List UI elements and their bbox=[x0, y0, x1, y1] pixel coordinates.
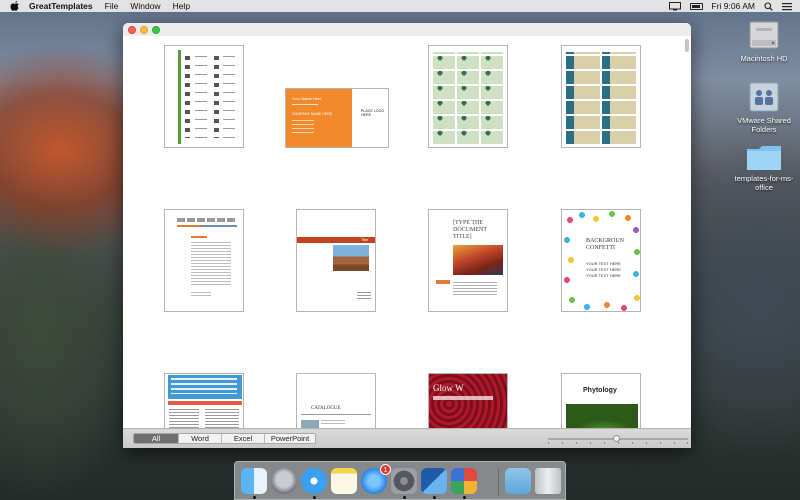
dock-separator bbox=[498, 468, 499, 496]
zoom-window-button[interactable] bbox=[152, 25, 160, 34]
template-thumbnail[interactable] bbox=[164, 373, 244, 428]
filter-bar: All Word Excel PowerPoint bbox=[123, 428, 691, 448]
card-logo-text: PLACE LOGO HERE bbox=[361, 109, 385, 117]
desktop-icon-templates-folder[interactable]: templates-for-ms-office bbox=[729, 144, 799, 192]
shared-folder-icon bbox=[749, 82, 779, 112]
preview-icon[interactable] bbox=[451, 468, 477, 494]
minimize-window-button[interactable] bbox=[140, 25, 148, 34]
close-window-button[interactable] bbox=[128, 25, 136, 34]
desktop-icon-label: VMware Shared Folders bbox=[737, 116, 791, 134]
running-indicator bbox=[463, 496, 466, 499]
template-thumbnail[interactable]: BACKGROUN CONFETTI YOUR TEXT HERE YOUR T… bbox=[561, 209, 641, 312]
launchpad-icon[interactable] bbox=[271, 468, 297, 494]
template-grid: Your Name Here COMPANY NAME HERE PLACE L… bbox=[123, 36, 691, 428]
desktop-icon-label: templates-for-ms-office bbox=[734, 174, 794, 192]
folder-icon bbox=[747, 146, 781, 170]
menu-clock[interactable]: Fri 9:06 AM bbox=[712, 1, 755, 11]
running-indicator bbox=[403, 496, 406, 499]
battery-icon[interactable] bbox=[689, 2, 703, 10]
running-indicator bbox=[433, 496, 436, 499]
confetti-line-text: YOUR TEXT HERE bbox=[586, 267, 621, 272]
template-thumbnail[interactable]: Glow W bbox=[428, 373, 508, 428]
glow-title-text: Glow W bbox=[433, 383, 464, 393]
display-icon[interactable] bbox=[668, 1, 681, 11]
zoom-slider[interactable] bbox=[548, 435, 688, 442]
filter-tab-powerpoint[interactable]: PowerPoint bbox=[265, 434, 315, 443]
filter-segmented-control: All Word Excel PowerPoint bbox=[133, 433, 316, 444]
template-thumbnail[interactable]: [TYPE THE DOCUMENT TITLE] bbox=[428, 209, 508, 312]
confetti-line-text: YOUR TEXT HERE bbox=[586, 261, 621, 266]
template-thumbnail[interactable] bbox=[164, 209, 244, 312]
scroll-thumb[interactable] bbox=[685, 39, 689, 52]
filter-tab-word[interactable]: Word bbox=[179, 434, 222, 443]
finder-icon[interactable] bbox=[241, 468, 267, 494]
running-indicator bbox=[253, 496, 256, 499]
confetti-title-text: BACKGROUN CONFETTI bbox=[586, 238, 625, 251]
template-thumbnail[interactable]: Title bbox=[296, 209, 376, 312]
card-company-text: COMPANY NAME HERE bbox=[292, 112, 333, 116]
downloads-folder-icon[interactable] bbox=[505, 468, 531, 494]
confetti-line-text: YOUR TEXT HERE bbox=[586, 273, 621, 278]
template-browser-window: Your Name Here COMPANY NAME HERE PLACE L… bbox=[123, 23, 691, 448]
trash-icon[interactable] bbox=[535, 468, 561, 494]
menu-file[interactable]: File bbox=[105, 1, 119, 11]
report-title-text: Title bbox=[361, 237, 369, 242]
xcode-icon[interactable] bbox=[421, 468, 447, 494]
safari-icon[interactable] bbox=[301, 468, 327, 494]
menu-help[interactable]: Help bbox=[173, 1, 190, 11]
notification-center-icon[interactable] bbox=[782, 2, 792, 11]
app-store-badge: 1 bbox=[380, 464, 391, 475]
window-titlebar[interactable] bbox=[123, 23, 691, 36]
template-thumbnail[interactable]: CATALOGUE bbox=[296, 373, 376, 428]
hard-drive-icon bbox=[749, 21, 779, 49]
desktop-icon-vmware-shared-folders[interactable]: VMware Shared Folders bbox=[733, 80, 795, 134]
menu-window[interactable]: Window bbox=[130, 1, 160, 11]
filter-tab-excel[interactable]: Excel bbox=[222, 434, 265, 443]
menu-app-name[interactable]: GreatTemplates bbox=[29, 1, 93, 11]
template-thumbnail[interactable] bbox=[428, 45, 508, 148]
desktop-icon-macintosh-hd[interactable]: Macintosh HD bbox=[733, 18, 795, 64]
desktop-icon-label: Macintosh HD bbox=[740, 54, 788, 63]
document-title-text: [TYPE THE DOCUMENT TITLE] bbox=[453, 220, 487, 241]
running-indicator bbox=[313, 496, 316, 499]
vertical-scrollbar[interactable] bbox=[685, 36, 690, 428]
filter-tab-all[interactable]: All bbox=[134, 434, 179, 443]
template-thumbnail[interactable] bbox=[164, 45, 244, 148]
zoom-slider-knob[interactable] bbox=[613, 435, 620, 442]
spotlight-icon[interactable] bbox=[764, 1, 773, 11]
card-name-text: Your Name Here bbox=[292, 96, 322, 101]
system-preferences-icon[interactable] bbox=[391, 468, 417, 494]
catalogue-title-text: CATALOGUE bbox=[311, 406, 341, 411]
dock: 1 bbox=[234, 461, 566, 500]
phytology-title-text: Phytology bbox=[583, 387, 617, 394]
template-thumbnail[interactable] bbox=[561, 45, 641, 148]
template-thumbnail[interactable]: Phytology bbox=[561, 373, 641, 428]
menu-bar: GreatTemplates File Window Help Fri 9:06… bbox=[0, 0, 800, 12]
template-thumbnail[interactable]: Your Name Here COMPANY NAME HERE PLACE L… bbox=[285, 88, 389, 148]
zoom-slider-ticks bbox=[548, 442, 688, 445]
apple-menu-icon[interactable] bbox=[10, 1, 20, 11]
notes-icon[interactable] bbox=[331, 468, 357, 494]
